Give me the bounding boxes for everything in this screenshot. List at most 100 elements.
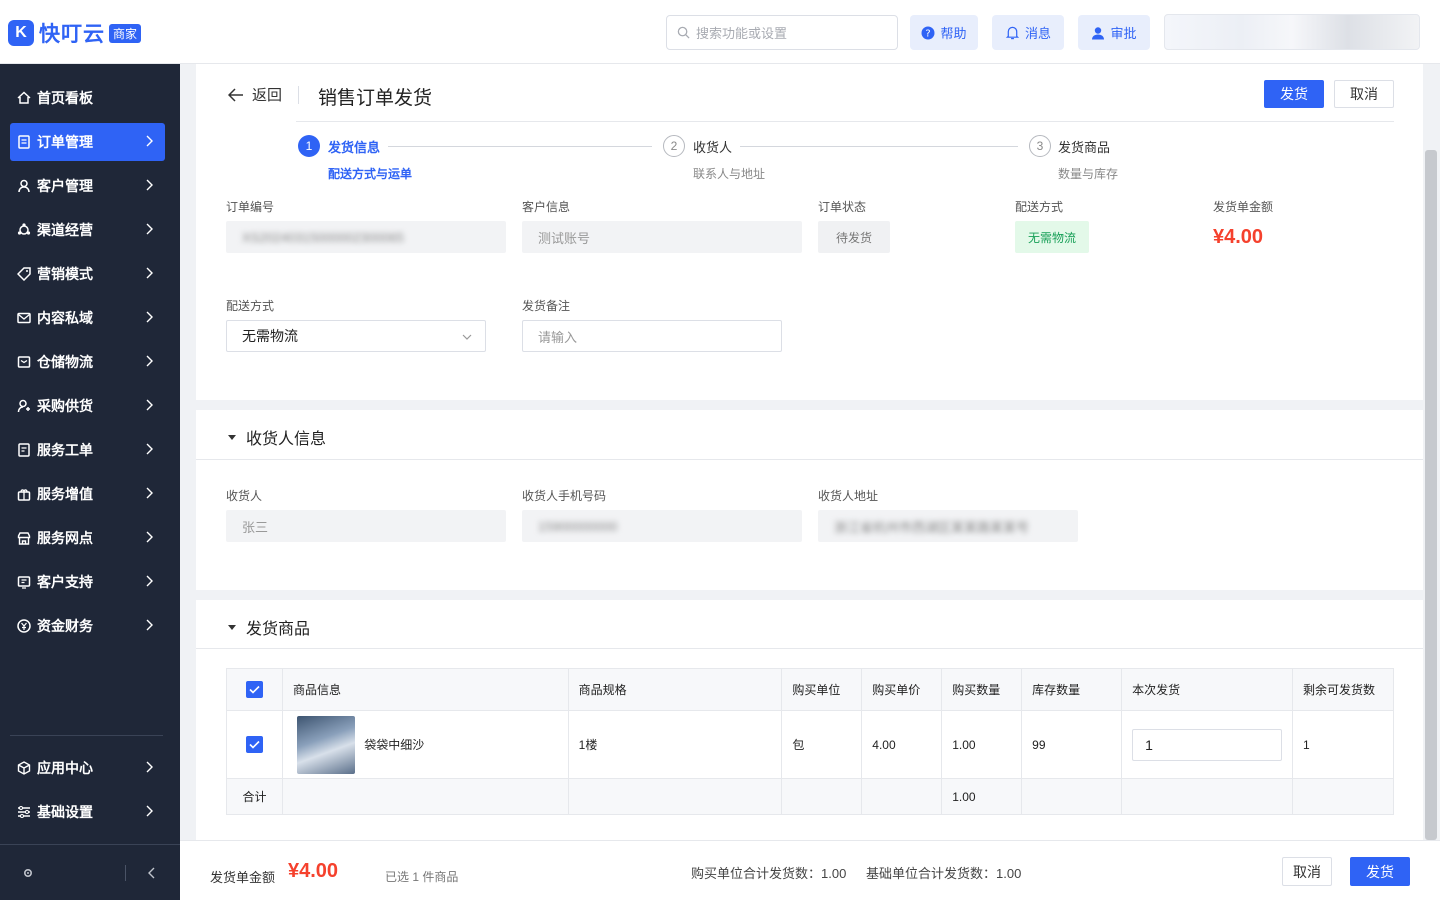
- shipping-info-card: 返回 销售订单发货 发货 取消 1 发货信息 配送方式与运单 2 收货人 联系人…: [196, 64, 1423, 400]
- finance-icon: [17, 619, 31, 633]
- page-title: 销售订单发货: [318, 88, 433, 109]
- remaining-qty: 1: [1292, 710, 1394, 779]
- cube-icon: [17, 761, 31, 775]
- user-account-menu[interactable]: [1164, 14, 1420, 50]
- settings-list-icon: [17, 805, 31, 819]
- sidebar-item[interactable]: 订单管理: [10, 123, 165, 161]
- delivery-select-label: 配送方式: [226, 299, 275, 313]
- table-total-row: 合计 1.00: [226, 778, 1394, 815]
- cancel-button-top[interactable]: 取消: [1334, 80, 1394, 108]
- sidebar-item[interactable]: 采购供货: [10, 387, 165, 425]
- ship-qty-input[interactable]: 1: [1132, 728, 1283, 761]
- chevron-right-icon: [146, 619, 153, 631]
- main-content: 返回 销售订单发货 发货 取消 1 发货信息 配送方式与运单 2 收货人 联系人…: [196, 64, 1423, 840]
- purchase-icon: [17, 399, 31, 413]
- column-header: 购买数量: [941, 668, 1023, 711]
- collapse-sidebar-icon[interactable]: [148, 867, 155, 879]
- delivery-label: 配送方式: [1015, 200, 1064, 214]
- brand-logo[interactable]: K 快叮云 商家: [8, 18, 142, 48]
- step-connector: [740, 146, 1018, 147]
- checkbox-checked-icon[interactable]: [245, 681, 263, 698]
- messages-button[interactable]: 消息: [992, 15, 1064, 50]
- goods-section-header[interactable]: 发货商品: [228, 615, 310, 639]
- gift-icon: [17, 487, 31, 501]
- bell-icon: [1005, 26, 1020, 40]
- goods-section-title: 发货商品: [246, 621, 311, 638]
- ticket-icon: [17, 443, 31, 457]
- sidebar-item[interactable]: 服务增值: [10, 475, 165, 513]
- ship-button[interactable]: 发货: [1350, 857, 1410, 886]
- sidebar-item-label: 首页看板: [37, 90, 93, 106]
- row-select-cell[interactable]: [226, 710, 283, 779]
- sidebar-item[interactable]: 首页看板: [10, 79, 165, 117]
- sidebar-item-label: 渠道经营: [37, 222, 93, 238]
- consignee-section-title: 收货人信息: [246, 431, 327, 448]
- delivery-method-select[interactable]: 无需物流: [226, 320, 486, 352]
- back-button[interactable]: 返回: [228, 84, 282, 105]
- channel-icon: [17, 223, 31, 237]
- product-thumbnail[interactable]: [296, 715, 355, 774]
- step-1-title[interactable]: 发货信息: [328, 137, 380, 156]
- scrollbar-thumb[interactable]: [1425, 150, 1437, 840]
- sidebar-item[interactable]: 资金财务: [10, 607, 165, 645]
- consignee-section-header[interactable]: 收货人信息: [228, 425, 326, 449]
- remark-input[interactable]: 请输入: [522, 320, 782, 352]
- help-button[interactable]: ? 帮助: [910, 15, 978, 50]
- total-qty: 1.00: [941, 778, 1023, 815]
- checkbox-checked-icon[interactable]: [245, 736, 263, 753]
- step-2-number: 2: [663, 135, 685, 157]
- sidebar-divider: [10, 735, 163, 736]
- sidebar-item[interactable]: 应用中心: [10, 749, 165, 787]
- sidebar-item-label: 基础设置: [37, 804, 93, 820]
- column-header: 库存数量: [1021, 668, 1123, 711]
- empty-cell: [567, 778, 783, 815]
- support-icon: [17, 575, 31, 589]
- sidebar-item[interactable]: 客户管理: [10, 167, 165, 205]
- step-2-title[interactable]: 收货人: [693, 137, 732, 156]
- chevron-right-icon: [146, 135, 153, 147]
- sidebar-item[interactable]: 内容私域: [10, 299, 165, 337]
- chevron-right-icon: [146, 355, 153, 367]
- brand-badge: 商家: [109, 23, 142, 43]
- sidebar-item[interactable]: 营销模式: [10, 255, 165, 293]
- sidebar-item[interactable]: 基础设置: [10, 793, 165, 831]
- customer-label: 客户信息: [522, 200, 571, 214]
- user-icon: [1092, 26, 1105, 39]
- consignee-address-value: 浙江省杭州市西湖区某某路某某号: [834, 519, 1030, 535]
- gear-icon[interactable]: [22, 867, 34, 879]
- stock-qty: 99: [1021, 710, 1123, 779]
- consignee-phone-label: 收货人手机号码: [522, 489, 607, 503]
- sidebar-item-label: 服务增值: [37, 486, 93, 502]
- messages-label: 消息: [1024, 26, 1051, 41]
- chevron-right-icon: [146, 487, 153, 499]
- chevron-right-icon: [146, 531, 153, 543]
- ship-qty-cell: 1: [1121, 710, 1294, 779]
- step-3-title[interactable]: 发货商品: [1058, 137, 1110, 156]
- approve-button[interactable]: 审批: [1078, 15, 1150, 50]
- sidebar-item[interactable]: 仓储物流: [10, 343, 165, 381]
- sidebar-item-label: 服务网点: [37, 530, 93, 546]
- sidebar-item[interactable]: 服务工单: [10, 431, 165, 469]
- sidebar-item[interactable]: 服务网点: [10, 519, 165, 557]
- step-connector: [388, 146, 652, 147]
- step-3-subtitle: 数量与库存: [1058, 167, 1119, 181]
- sidebar-item[interactable]: 渠道经营: [10, 211, 165, 249]
- chevron-down-icon: [462, 334, 472, 340]
- product-info-cell: 袋袋中细沙: [281, 710, 569, 779]
- sidebar-item[interactable]: 客户支持: [10, 563, 165, 601]
- sidebar-item-label: 订单管理: [37, 134, 93, 150]
- ship-button-top[interactable]: 发货: [1264, 80, 1324, 108]
- brand-name: 快叮云: [39, 23, 105, 46]
- cancel-button[interactable]: 取消: [1282, 857, 1332, 886]
- remark-label: 发货备注: [522, 299, 571, 313]
- store-icon: [17, 531, 31, 545]
- amount-label: 发货单金额: [1213, 200, 1274, 214]
- help-label: 帮助: [940, 26, 967, 41]
- search-input[interactable]: 搜索功能或设置: [666, 15, 898, 50]
- unit-price: 4.00: [861, 710, 943, 779]
- consignee-card: 收货人信息 收货人 张三 收货人手机号码 15900000000 收货人地址 浙…: [196, 410, 1423, 590]
- select-all-cell[interactable]: [226, 668, 283, 711]
- sidebar-item-label: 营销模式: [37, 266, 93, 282]
- section-divider: [196, 459, 1423, 460]
- tag-icon: [17, 267, 31, 281]
